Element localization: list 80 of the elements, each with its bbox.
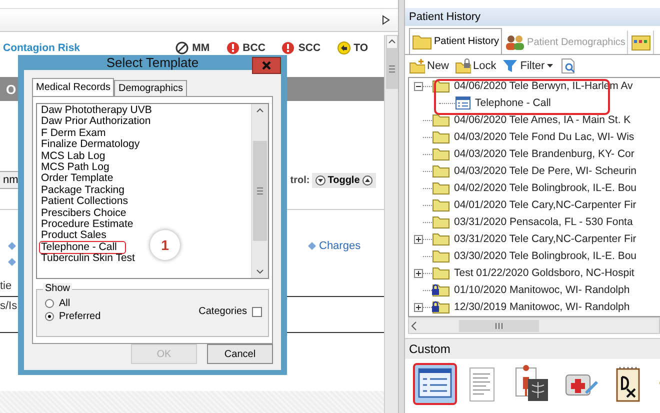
visit-item[interactable]: 03/30/2020 Tele Bolingbrook, IL-E. Bou bbox=[453, 250, 638, 262]
toolbar-button[interactable]: New bbox=[409, 58, 450, 74]
text-fragment: tie bbox=[0, 280, 12, 292]
close-button[interactable] bbox=[252, 57, 281, 74]
people-icon[interactable] bbox=[505, 33, 526, 52]
scrollbar-thumb-icon[interactable] bbox=[253, 141, 267, 241]
expand-arrow-icon[interactable] bbox=[382, 15, 390, 25]
close-icon[interactable] bbox=[262, 61, 271, 70]
template-item[interactable]: MCS Path Log bbox=[39, 161, 112, 174]
visit-entry[interactable]: Telephone - Call bbox=[474, 97, 552, 110]
template-item[interactable]: Daw Prior Authorization bbox=[39, 115, 153, 129]
charges-label[interactable]: Charges bbox=[319, 240, 361, 252]
alert-label: MM bbox=[192, 42, 210, 54]
warning-icon bbox=[226, 41, 240, 55]
radio-option[interactable]: All bbox=[45, 298, 101, 309]
template-item[interactable]: Procedure Estimate bbox=[39, 218, 136, 232]
alert-label: TO bbox=[354, 42, 368, 54]
alert-label: BCC bbox=[242, 42, 266, 54]
dropdown-caret-icon[interactable] bbox=[546, 64, 554, 68]
new-folder-icon[interactable] bbox=[409, 58, 425, 74]
filter-icon[interactable] bbox=[502, 58, 518, 74]
template-item[interactable]: Tuberculin Skin Test bbox=[39, 252, 137, 266]
expand-icon[interactable] bbox=[362, 174, 373, 186]
toggle-button[interactable]: Toggle bbox=[328, 174, 360, 186]
template-item[interactable]: Product Sales bbox=[39, 229, 108, 243]
expand-icon[interactable] bbox=[414, 234, 423, 244]
template-item[interactable]: Finalize Dermatology bbox=[39, 138, 142, 152]
expand-icon[interactable] bbox=[414, 268, 423, 278]
template-item[interactable]: Patient Collections bbox=[39, 195, 130, 209]
folder-lock-icon[interactable] bbox=[455, 58, 472, 74]
template-item[interactable]: F Derm Exam bbox=[39, 126, 108, 140]
visit-item[interactable]: 03/31/2020 Pensacola, FL - 530 Fonta bbox=[453, 216, 634, 228]
expand-icon[interactable] bbox=[414, 302, 423, 312]
dialog-button[interactable]: Cancel bbox=[207, 344, 273, 364]
warning-icon bbox=[281, 41, 296, 55]
dialog-tab[interactable]: Demographics bbox=[114, 80, 187, 96]
visit-item[interactable]: 04/03/2020 Tele De Pere, WI- Scheurin bbox=[453, 165, 638, 178]
text-fragment: s/Is bbox=[0, 300, 18, 312]
template-item[interactable]: Order Template bbox=[39, 172, 116, 186]
calendar-icon[interactable] bbox=[631, 33, 652, 52]
panel-tab[interactable]: Patient History bbox=[409, 28, 502, 54]
section-label: O bbox=[6, 82, 16, 96]
categories-checkbox[interactable]: Categories bbox=[198, 306, 262, 317]
alert-label: SCC bbox=[298, 42, 321, 54]
toolbar-button[interactable]: Lock bbox=[455, 58, 496, 74]
toolbar-button[interactable]: Filter bbox=[502, 58, 554, 74]
visit-item[interactable]: 04/02/2020 Tele Bolingbrook, IL-E. Bou bbox=[453, 182, 638, 194]
diamond-icon bbox=[308, 242, 316, 250]
scroll-left-icon[interactable] bbox=[409, 320, 419, 331]
template-item[interactable]: Daw Phototherapy UVB bbox=[39, 104, 154, 118]
visit-item[interactable]: 01/10/2020 Manitowoc, WI- Randolph bbox=[453, 284, 631, 296]
radio-option[interactable]: Preferred bbox=[45, 311, 101, 322]
template-item[interactable]: MCS Lab Log bbox=[39, 150, 108, 164]
visit-item[interactable]: 04/03/2020 Tele Brandenburg, KY- Cor bbox=[453, 148, 636, 160]
charges-link[interactable]: Charges bbox=[308, 240, 361, 252]
preview-icon[interactable] bbox=[560, 58, 576, 74]
scroll-up-icon[interactable] bbox=[386, 35, 398, 49]
visit-item[interactable]: 03/31/2020 Tele Cary,NC-Carpenter Fir bbox=[453, 233, 638, 246]
visit-item[interactable]: 04/01/2020 Tele Cary,NC-Carpenter Fir bbox=[453, 199, 638, 212]
section-title: Custom bbox=[409, 342, 450, 356]
dialog-title: Select Template bbox=[106, 55, 199, 70]
scrollbar-thumb-icon[interactable] bbox=[459, 320, 539, 332]
group-legend: Show bbox=[43, 283, 72, 294]
panel-title: Patient History bbox=[409, 10, 481, 23]
alert-title: Contagion Risk bbox=[3, 42, 82, 54]
collapse-icon[interactable] bbox=[314, 174, 326, 186]
template-item[interactable]: Prescibers Choice bbox=[39, 206, 128, 220]
visit-item[interactable]: Test 01/22/2020 Goldsboro, NC-Hospit bbox=[453, 267, 636, 280]
template-item[interactable]: Telephone - Call bbox=[39, 240, 126, 254]
form-icon bbox=[455, 96, 471, 110]
visit-item[interactable]: 12/30/2019 Manitowoc, WI- Randolph bbox=[453, 301, 631, 314]
template-item[interactable]: Package Tracking bbox=[39, 184, 126, 198]
control-label: trol: bbox=[290, 174, 310, 186]
toggle-control[interactable]: Toggle bbox=[312, 172, 376, 188]
visit-item[interactable]: 04/03/2020 Tele Fond Du Lac, WI- Wis bbox=[453, 131, 636, 144]
no-entry-icon bbox=[175, 41, 190, 55]
dialog-tab[interactable]: Medical Records bbox=[32, 78, 114, 96]
scrollbar-thumb-icon[interactable] bbox=[386, 49, 398, 89]
visit-item[interactable]: 04/06/2020 Tele Ames, IA - Main St. K bbox=[453, 114, 632, 126]
collapse-icon[interactable] bbox=[414, 82, 423, 91]
